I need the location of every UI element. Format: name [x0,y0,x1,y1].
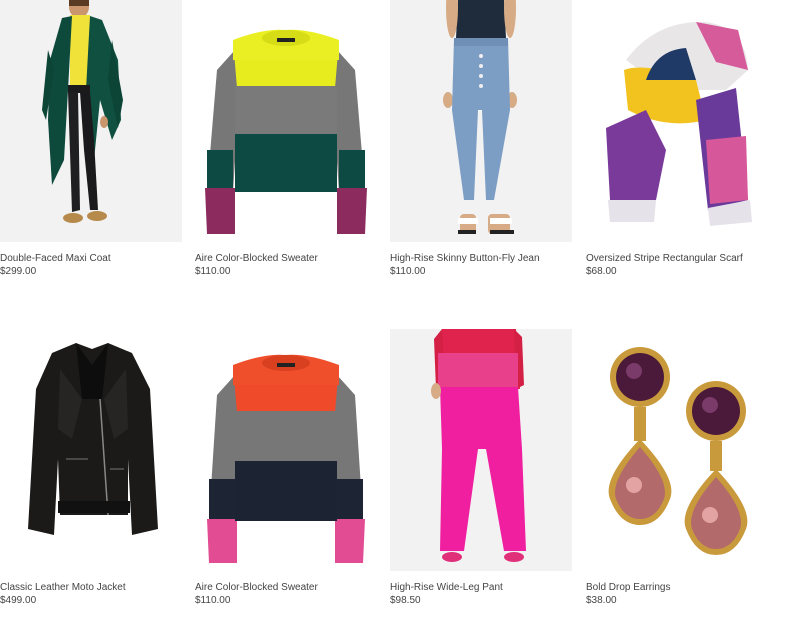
product-price: $110.00 [195,266,231,277]
product-image-coat[interactable] [0,0,182,242]
product-name[interactable]: High-Rise Wide-Leg Pant [390,581,572,594]
product-card[interactable]: Double-Faced Maxi Coat $299.00 [0,0,182,278]
product-name[interactable]: Classic Leather Moto Jacket [0,581,182,594]
product-price: $499.00 [0,595,37,606]
product-price: $110.00 [390,266,426,277]
product-name[interactable]: High-Rise Skinny Button-Fly Jean [390,252,572,265]
product-price: $299.00 [0,266,37,277]
product-name[interactable]: Aire Color-Blocked Sweater [195,252,377,265]
product-name[interactable]: Double-Faced Maxi Coat [0,252,182,265]
product-price: $68.00 [586,266,617,277]
product-name[interactable]: Aire Color-Blocked Sweater [195,581,377,594]
product-image-jacket[interactable] [0,329,182,571]
product-image-earrings[interactable] [586,329,768,571]
product-name[interactable]: Oversized Stripe Rectangular Scarf [586,252,768,265]
product-price: $98.50 [390,595,421,606]
product-image-jean[interactable] [390,0,572,242]
product-image-sweater-orange[interactable] [195,329,377,571]
product-card[interactable]: High-Rise Wide-Leg Pant $98.50 [390,329,572,607]
product-price: $110.00 [195,595,231,606]
product-image-pant[interactable] [390,329,572,571]
product-card[interactable]: Oversized Stripe Rectangular Scarf $68.0… [586,0,768,278]
product-image-sweater-yellow[interactable] [195,0,377,242]
product-card[interactable]: Aire Color-Blocked Sweater $110.00 [195,0,377,278]
product-card[interactable]: Classic Leather Moto Jacket $499.00 [0,329,182,607]
product-price: $38.00 [586,595,617,606]
product-card[interactable]: Aire Color-Blocked Sweater $110.00 [195,329,377,607]
product-card[interactable]: High-Rise Skinny Button-Fly Jean $110.00 [390,0,572,278]
product-name[interactable]: Bold Drop Earrings [586,581,768,594]
product-card[interactable]: Bold Drop Earrings $38.00 [586,329,768,607]
product-image-scarf[interactable] [586,0,768,242]
